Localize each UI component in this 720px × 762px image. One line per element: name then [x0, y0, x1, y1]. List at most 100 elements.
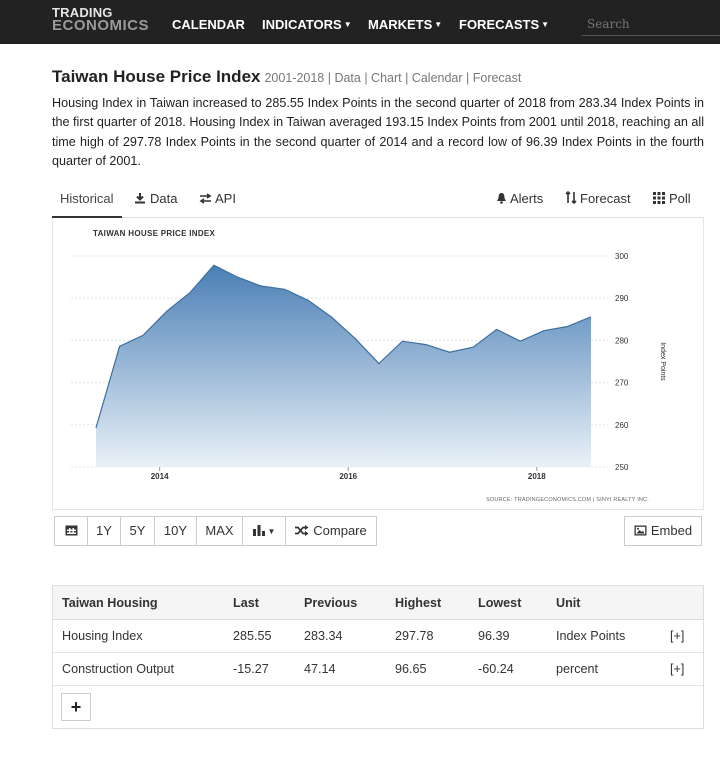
tab-alerts[interactable]: Alerts [496, 184, 543, 218]
bell-icon [497, 193, 506, 204]
tab-data[interactable]: Data [134, 184, 177, 218]
nav-forecasts[interactable]: FORECASTS ▼ [459, 17, 549, 32]
tab-api[interactable]: API [199, 184, 236, 218]
data-point[interactable] [142, 334, 144, 336]
nav-markets[interactable]: MARKETS ▼ [368, 17, 442, 32]
data-point[interactable] [448, 351, 450, 353]
chart-source: SOURCE: TRADINGECONOMICS.COM | SINYI REA… [486, 497, 649, 503]
table-header: Taiwan Housing Last Previous Highest Low… [53, 586, 703, 620]
table-footer: + [53, 686, 703, 728]
row-name-link[interactable]: Housing Index [62, 620, 143, 653]
col-header-last: Last [233, 596, 259, 610]
nav-calendar[interactable]: CALENDAR [172, 17, 245, 32]
data-point[interactable] [519, 340, 521, 342]
indicators-table: Taiwan Housing Last Previous Highest Low… [52, 585, 704, 729]
row-last: 285.55 [233, 629, 272, 643]
data-point[interactable] [378, 362, 380, 364]
data-point[interactable] [307, 299, 309, 301]
col-header-unit: Unit [556, 596, 581, 610]
page-subtitle-links[interactable]: 2001-2018 | Data | Chart | Calendar | Fo… [264, 71, 521, 85]
data-point[interactable] [425, 343, 427, 345]
x-tick-label: 2018 [528, 472, 546, 481]
data-point[interactable] [590, 316, 592, 318]
shuffle-icon [295, 525, 309, 536]
add-indicator-button[interactable]: + [61, 693, 91, 721]
embed-label: Embed [650, 523, 693, 538]
y-tick-label: 280 [615, 336, 629, 345]
table-row: Construction Output -15.27 47.14 96.65 -… [53, 653, 703, 686]
row-highest: 297.78 [395, 629, 434, 643]
data-point[interactable] [189, 291, 191, 293]
nav-indicators-label: INDICATORS [262, 17, 342, 32]
row-lowest: -60.24 [478, 662, 514, 676]
house-price-chart[interactable]: 250 260 270 280 290 300 2014 2016 2018 Index Poin… [53, 218, 705, 510]
compare-button[interactable]: Compare [285, 516, 377, 546]
range-max-button[interactable]: MAX [196, 516, 242, 546]
calendar-range-button[interactable] [54, 516, 87, 546]
row-highest: 96.65 [395, 662, 427, 676]
data-point[interactable] [213, 264, 215, 266]
chart-panel: TAIWAN HOUSE PRICE INDEX 250 260 270 280 290… [52, 218, 704, 510]
x-tick-label: 2016 [339, 472, 357, 481]
data-point[interactable] [496, 328, 498, 330]
nav-markets-label: MARKETS [368, 17, 433, 32]
row-expand-button[interactable]: [+] [670, 653, 684, 686]
compare-label: Compare [313, 523, 367, 538]
embed-button[interactable]: Embed [624, 516, 702, 546]
grid-icon [653, 192, 665, 204]
data-point[interactable] [260, 285, 262, 287]
data-point[interactable] [401, 340, 403, 342]
col-header-previous: Previous [304, 596, 358, 610]
range-1y-button[interactable]: 1Y [87, 516, 120, 546]
download-icon [135, 193, 145, 204]
table-row: Housing Index 285.55 283.34 297.78 96.39… [53, 620, 703, 653]
nav-indicators[interactable]: INDICATORS ▼ [262, 17, 352, 32]
tab-forecast-label: Forecast [580, 191, 631, 206]
tab-poll[interactable]: Poll [653, 184, 691, 218]
data-point[interactable] [543, 330, 545, 332]
col-header-name: Taiwan Housing [62, 596, 158, 610]
data-point[interactable] [118, 345, 120, 347]
y-tick-label: 270 [615, 379, 629, 388]
data-point[interactable] [354, 338, 356, 340]
row-previous: 283.34 [304, 629, 343, 643]
y-tick-label: 250 [615, 463, 629, 472]
series-area [96, 265, 591, 467]
chevron-down-icon: ▼ [434, 20, 443, 29]
data-point[interactable] [331, 316, 333, 318]
tab-historical-label: Historical [60, 191, 114, 206]
data-point[interactable] [236, 276, 238, 278]
row-last: -15.27 [233, 662, 269, 676]
page-description: Housing Index in Taiwan increased to 285… [52, 96, 704, 169]
nav-forecasts-label: FORECASTS [459, 17, 540, 32]
chevron-down-icon: ▼ [267, 527, 276, 536]
chart-tabs: Historical Data API Alerts Forecast Poll [52, 184, 704, 218]
row-unit: percent [556, 662, 599, 676]
data-point[interactable] [472, 346, 474, 348]
data-point[interactable] [95, 427, 97, 429]
row-expand-button[interactable]: [+] [670, 620, 684, 653]
site-logo[interactable]: TRADING ECONOMICS [52, 6, 149, 33]
row-name-link[interactable]: Construction Output [62, 653, 174, 686]
calendar-icon [65, 525, 77, 536]
tab-alerts-label: Alerts [510, 191, 544, 206]
top-navbar: TRADING ECONOMICS CALENDAR INDICATORS ▼ M… [0, 0, 720, 44]
y-axis-label: Index Points [659, 342, 666, 381]
row-previous: 47.14 [304, 662, 336, 676]
data-point[interactable] [283, 288, 285, 290]
range-10y-button[interactable]: 10Y [154, 516, 196, 546]
chart-type-dropdown[interactable]: ▼ [242, 516, 285, 546]
data-point[interactable] [566, 325, 568, 327]
range-5y-button[interactable]: 5Y [120, 516, 154, 546]
search-input[interactable] [582, 13, 720, 36]
bar-chart-icon [252, 525, 265, 536]
tab-poll-label: Poll [669, 191, 691, 206]
tab-historical[interactable]: Historical [52, 184, 122, 218]
image-icon [634, 525, 647, 536]
tab-forecast[interactable]: Forecast [565, 184, 631, 218]
data-point[interactable] [166, 310, 168, 312]
tab-api-label: API [215, 191, 236, 206]
y-tick-label: 290 [615, 294, 629, 303]
y-tick-label: 300 [615, 252, 629, 261]
col-header-lowest: Lowest [478, 596, 522, 610]
